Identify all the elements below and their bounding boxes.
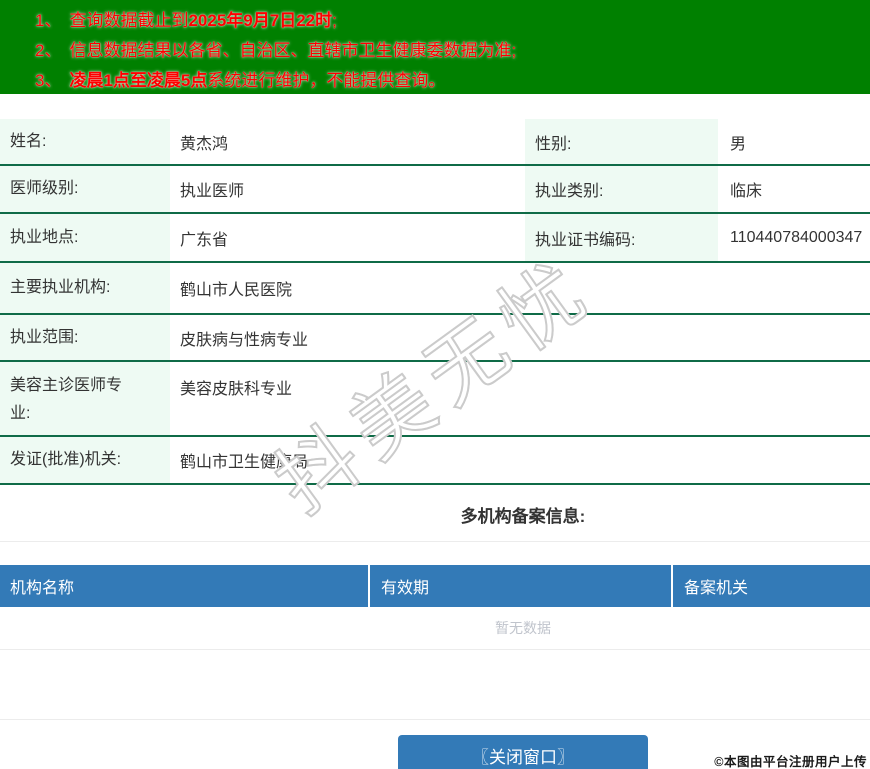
column-header-filing-authority: 备案机关: [684, 580, 749, 597]
column-header-institution-name: 机构名称: [0, 565, 370, 607]
field-value-level: 执业医师: [180, 183, 245, 200]
table-row-practice-scope: 执业范围: 皮肤病与性病专业: [0, 315, 870, 362]
field-label-location: 执业地点:: [0, 214, 170, 261]
physician-profile-table: 姓名: 黄杰鸿 性别: 男 医师级别: 执业医师 执业类别: 临床 执业地点: …: [0, 119, 870, 485]
field-value-cert-number: 110440784000347: [730, 228, 863, 246]
filing-section: 多机构备案信息:: [0, 485, 870, 542]
field-label-name: 姓名:: [0, 119, 170, 164]
field-label-cert-number: 执业证书编码:: [525, 214, 718, 261]
physician-query-result-page: 1、 查询数据截止到2025年9月7日22时; 2、 信息数据结果以各省、自治区、直…: [0, 0, 870, 769]
notice-line-2: 2、 信息数据结果以各省、自治区、直辖市卫生健康委数据为准;: [35, 36, 870, 66]
table-row-location-certno: 执业地点: 广东省 执业证书编码: 110440784000347: [0, 214, 870, 263]
table-row-main-institution: 主要执业机构: 鹤山市人民医院: [0, 263, 870, 315]
table-row-level-category: 医师级别: 执业医师 执业类别: 临床: [0, 166, 870, 214]
notice-line-number: 3、: [35, 71, 62, 90]
notice-line-number: 2、: [35, 41, 62, 60]
notice-text-bold: 凌晨1点至凌晨5点: [69, 71, 208, 90]
field-value-gender: 男: [730, 135, 747, 153]
field-value-category: 临床: [730, 183, 763, 200]
empty-data-text: 暂无数据: [495, 620, 551, 636]
field-value-name: 黄杰鸿: [180, 135, 229, 153]
field-value-practice-scope: 皮肤病与性病专业: [180, 331, 309, 349]
notice-text-tail: ;: [332, 11, 337, 30]
notice-text: 信息数据结果以各省、自治区、直辖市卫生健康委数据为准;: [69, 41, 517, 60]
table-row-issuing-authority: 发证(批准)机关: 鹤山市卫生健康局: [0, 437, 870, 485]
notice-text-tail: 系统进行维护，不能提供查询。: [207, 71, 446, 90]
filing-table-header: 机构名称 有效期 备案机关: [0, 565, 870, 607]
notice-banner: 1、 查询数据截止到2025年9月7日22时; 2、 信息数据结果以各省、自治区、直…: [0, 0, 870, 94]
column-header-validity-period: 有效期: [370, 565, 673, 607]
filing-table-empty-row: 暂无数据: [0, 607, 870, 650]
filing-section-title: 多机构备案信息:: [460, 507, 586, 526]
notice-line-1: 1、 查询数据截止到2025年9月7日22时;: [35, 6, 870, 36]
table-row-name-gender: 姓名: 黄杰鸿 性别: 男: [0, 119, 870, 166]
field-label-main-institution: 主要执业机构:: [0, 263, 170, 313]
field-label-category: 执业类别:: [525, 166, 718, 212]
close-window-button[interactable]: 〖关闭窗口〗: [398, 735, 648, 769]
field-label-practice-scope: 执业范围:: [0, 315, 170, 360]
field-value-main-institution: 鹤山市人民医院: [180, 282, 293, 299]
upload-attribution-text: ©本图由平台注册用户上传: [714, 755, 867, 769]
field-label-level: 医师级别:: [0, 166, 170, 212]
notice-line-number: 1、: [35, 11, 62, 30]
field-label-cosmetic-specialty: 美容主诊医师专业:: [0, 362, 170, 435]
table-row-cosmetic-specialty: 美容主诊医师专业: 美容皮肤科专业: [0, 362, 870, 437]
field-value-cosmetic-specialty: 美容皮肤科专业: [180, 381, 293, 398]
field-value-issuing-authority: 鹤山市卫生健康局: [180, 454, 309, 471]
field-value-location: 广东省: [180, 231, 229, 249]
notice-text: 查询数据截止到: [69, 11, 189, 30]
field-label-issuing-authority: 发证(批准)机关:: [0, 437, 170, 483]
field-label-gender: 性别:: [525, 119, 718, 164]
notice-text-bold: 2025年9月7日22时: [188, 11, 333, 30]
notice-line-3: 3、 凌晨1点至凌晨5点系统进行维护，不能提供查询。: [35, 66, 870, 96]
filing-table-body-blank: [0, 650, 870, 720]
